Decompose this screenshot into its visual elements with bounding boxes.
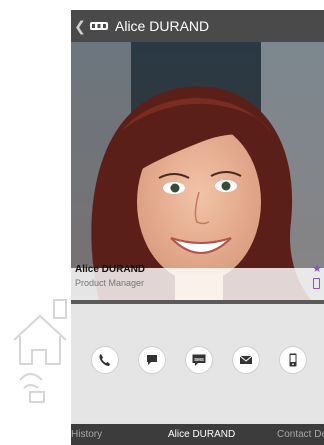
contact-role: Product Manager	[75, 278, 145, 288]
phone-screen: ❮ Alice DURAND Alice DURAND Product Mana…	[71, 10, 324, 445]
mobile-device-icon	[289, 353, 297, 367]
background-watermark	[0, 0, 72, 445]
action-panel: SMS	[71, 304, 324, 422]
email-button[interactable]	[232, 346, 260, 374]
tab-contact-details[interactable]: Contact De	[277, 429, 324, 440]
star-icon[interactable]: ★	[312, 262, 322, 275]
app-logo-icon	[90, 22, 108, 30]
chat-bubble-icon	[147, 355, 157, 365]
svg-text:SMS: SMS	[194, 357, 204, 362]
tab-history[interactable]: History	[71, 429, 102, 440]
contact-photo	[71, 42, 324, 300]
envelope-icon	[239, 355, 253, 364]
back-chevron-icon[interactable]: ❮	[73, 18, 87, 35]
mobile-button[interactable]	[279, 346, 307, 374]
phone-icon	[99, 354, 110, 366]
house-watermark-icon	[13, 299, 67, 403]
sms-icon: SMS	[192, 354, 206, 366]
page-title: Alice DURAND	[115, 18, 210, 34]
top-action-bar: ❮ Alice DURAND	[71, 10, 324, 42]
chat-button[interactable]	[138, 346, 166, 374]
call-button[interactable]	[91, 346, 119, 374]
sms-button[interactable]: SMS	[185, 346, 213, 374]
tab-current-contact[interactable]: Alice DURAND	[168, 429, 235, 440]
contact-name: Alice DURAND	[75, 264, 146, 275]
mobile-phone-icon	[313, 278, 320, 289]
bottom-tab-bar: History Alice DURAND Contact De	[71, 424, 324, 445]
